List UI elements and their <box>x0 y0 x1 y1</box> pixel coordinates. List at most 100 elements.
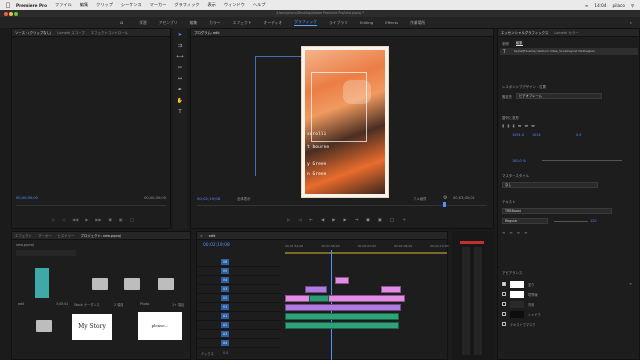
track-header-a2[interactable]: A2 <box>197 321 281 330</box>
folder-icon[interactable] <box>124 278 140 290</box>
video-frame[interactable]: scrolli t bourne y Green n Green <box>305 50 385 194</box>
folder-icon[interactable] <box>158 278 174 290</box>
track-header-a1[interactable]: A1 <box>197 312 281 321</box>
step-back-icon[interactable]: ◀ <box>321 217 324 222</box>
program-playhead[interactable] <box>443 202 446 207</box>
program-canvas[interactable]: scrolli t bourne y Green n Green <box>301 46 389 198</box>
align-bottom-icon[interactable]: ▬ <box>531 123 535 128</box>
tab-source[interactable]: ソース : (クリップなし) <box>15 30 51 35</box>
workspace-editing-en[interactable]: Editing <box>360 20 373 25</box>
menu-edit[interactable]: 編集 <box>80 2 88 8</box>
track-header-v5[interactable]: V5 <box>197 267 281 276</box>
handwritten-title-thumbnail[interactable]: My Story <box>72 314 112 340</box>
source-timecode-in[interactable]: 00;00;00;00 <box>16 196 38 200</box>
menu-sequence[interactable]: シーケンス <box>121 2 142 8</box>
mark-out-icon[interactable]: ◁ <box>298 217 301 222</box>
menu-file[interactable]: ファイル <box>55 2 72 8</box>
tab-program[interactable]: プログラム: edit <box>194 30 220 35</box>
rotation-value[interactable]: 0.0 <box>576 133 581 137</box>
play-icon[interactable]: ▶ <box>85 217 88 222</box>
handwritten-note-thumbnail[interactable]: please... <box>138 312 182 340</box>
clock-text[interactable]: 14:04 <box>594 3 606 8</box>
apple-menu-icon[interactable]:  <box>0 2 16 9</box>
program-timecode[interactable]: 00;02;19;08 <box>197 196 220 201</box>
shadow-color-swatch[interactable] <box>510 310 524 318</box>
folder-icon[interactable] <box>36 320 52 332</box>
tab-effect-controls[interactable]: エフェクトコントロール <box>91 30 128 35</box>
align-center-icon[interactable]: ▮ <box>507 123 509 128</box>
quality-dropdown[interactable]: フル画質 <box>413 196 427 201</box>
folder-icon[interactable] <box>92 278 108 290</box>
tab-lumetri-scopes[interactable]: Lumetri スコープ <box>57 30 84 35</box>
workspace-audio[interactable]: オーディオ <box>264 20 283 26</box>
tab-history[interactable]: ヒストリー <box>58 233 75 238</box>
subtab-edit[interactable]: 編集 <box>515 40 523 46</box>
add-button-icon[interactable]: + <box>402 217 406 222</box>
position-x-value[interactable]: 1091.0 <box>512 133 524 137</box>
pen-tool-icon[interactable]: ✒ <box>176 86 185 94</box>
workspace-graphics[interactable]: グラフィック <box>294 19 317 26</box>
eyedropper-icon[interactable]: ✒ <box>629 282 632 286</box>
ripple-edit-tool-icon[interactable]: ⟷ <box>176 53 185 61</box>
source-scrub-bar[interactable] <box>16 205 166 206</box>
track-header-v1[interactable]: V1 <box>197 303 281 312</box>
pin-dropdown[interactable]: ビデオフレーム <box>516 93 602 99</box>
close-tab-icon[interactable]: × <box>200 234 203 238</box>
text-align-left-icon[interactable]: ≡ <box>502 230 505 235</box>
workspace-effects[interactable]: エフェクト <box>233 20 252 26</box>
workspace-more-icon[interactable]: » <box>630 20 632 25</box>
tab-edit-sequence[interactable]: edit <box>209 234 216 238</box>
scale-slider[interactable] <box>542 160 622 161</box>
export-frame-icon[interactable]: ◯ <box>390 217 395 222</box>
menu-clip[interactable]: クリップ <box>96 2 113 8</box>
workspace-editing[interactable]: 編集 <box>190 20 198 26</box>
mix-value[interactable]: 0.0 <box>223 351 228 355</box>
workspace-libraries[interactable]: ライブラリ <box>329 20 348 26</box>
background-checkbox[interactable] <box>502 302 506 306</box>
fill-color-swatch[interactable] <box>510 280 524 288</box>
step-forward-icon[interactable]: ▶ <box>343 217 346 222</box>
fit-dropdown[interactable]: 全体表示 <box>237 196 251 201</box>
subtab-browse[interactable]: 参照 <box>502 41 509 46</box>
track-header-v2[interactable]: V2 <box>197 294 281 303</box>
clip-audio[interactable] <box>285 322 399 329</box>
workspace-effects-en[interactable]: Effects <box>385 20 398 25</box>
clip-video[interactable] <box>285 304 401 311</box>
zoom-window-icon[interactable] <box>14 11 19 16</box>
search-icon[interactable]: ⚲ <box>631 3 634 8</box>
lift-icon[interactable]: ◼ <box>366 217 369 222</box>
clip-graphic[interactable] <box>305 286 327 293</box>
wifi-icon[interactable]: ≈ <box>585 3 589 8</box>
menu-window[interactable]: ウィンドウ <box>224 2 245 8</box>
clip-graphic[interactable] <box>381 286 401 293</box>
fill-checkbox[interactable] <box>502 282 506 286</box>
track-header-v3[interactable]: V3 <box>197 285 281 294</box>
scale-value[interactable]: 100.0 % <box>512 159 526 163</box>
track-header-a3[interactable]: A3 <box>197 330 281 339</box>
master-style-dropdown[interactable]: なし <box>502 182 598 188</box>
work-area-bar[interactable] <box>285 252 447 254</box>
tab-markers[interactable]: マーカー <box>38 233 52 238</box>
tab-essential-graphics[interactable]: エッセンシャルグラフィックス <box>501 30 548 35</box>
workspace-color[interactable]: カラー <box>209 20 220 26</box>
export-frame-icon[interactable]: ◯ <box>130 217 134 222</box>
mark-in-icon[interactable]: ▷ <box>52 217 55 222</box>
user-name[interactable]: pilaco <box>613 3 625 8</box>
layer-row[interactable]: Sp[lat]Fluente] Verbum Vitae_Vocalkaynet… <box>500 48 638 55</box>
align-left-icon[interactable]: ▮ <box>502 123 504 128</box>
slip-tool-icon[interactable]: ↔ <box>176 75 185 83</box>
font-dropdown[interactable]: TRBBoost <box>502 208 612 214</box>
justify-icon[interactable]: ≡ <box>524 230 527 235</box>
minimize-window-icon[interactable] <box>9 11 14 16</box>
mark-out-icon[interactable]: ◁ <box>62 217 65 222</box>
track-select-tool-icon[interactable]: ⇉ <box>176 42 185 50</box>
menu-help[interactable]: ヘルプ <box>253 2 266 8</box>
menu-marker[interactable]: マーカー <box>150 2 167 8</box>
tab-project[interactable]: プロジェクト: new.prproj <box>80 233 120 238</box>
align-middle-icon[interactable]: ▬ <box>524 123 528 128</box>
clip-video[interactable] <box>285 295 405 302</box>
extract-icon[interactable]: ▣ <box>378 217 382 222</box>
stroke-color-swatch[interactable] <box>510 290 524 298</box>
close-window-icon[interactable] <box>4 11 8 16</box>
workspace-assembly[interactable]: アセンブリ <box>159 20 178 26</box>
